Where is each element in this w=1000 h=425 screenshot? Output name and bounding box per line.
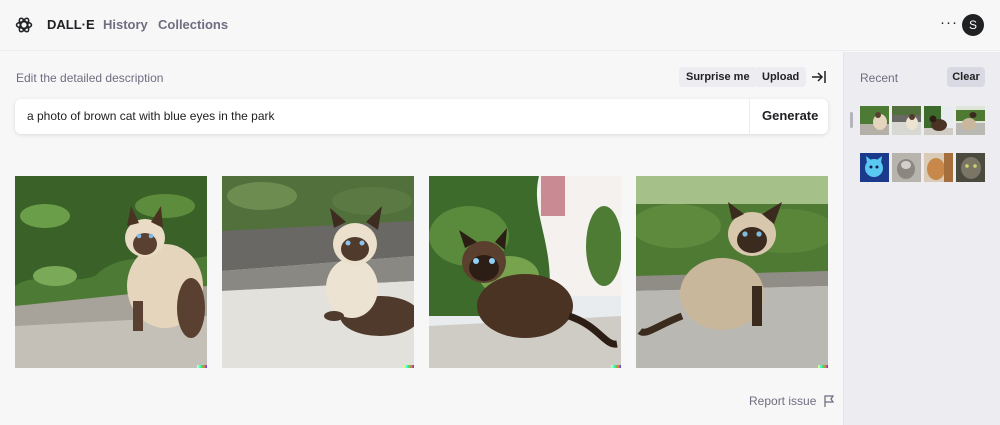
recent-thumbnail[interactable] bbox=[924, 153, 953, 182]
openai-logo-icon[interactable] bbox=[14, 15, 34, 35]
avatar[interactable]: S bbox=[962, 14, 984, 36]
recent-thumbnail[interactable] bbox=[860, 106, 889, 135]
recent-thumbnail[interactable] bbox=[956, 153, 985, 182]
recent-cat-garden-thumbnail bbox=[860, 106, 889, 135]
recent-cat-sidewalk-thumbnail bbox=[892, 106, 921, 135]
dalle-signature-mark bbox=[818, 365, 828, 368]
recent-thumbnail[interactable] bbox=[892, 106, 921, 135]
top-bar: DALL·E History Collections ··· S bbox=[0, 0, 1000, 51]
recent-title: Recent bbox=[860, 71, 899, 85]
scroll-handle[interactable] bbox=[850, 112, 853, 128]
result-image-3[interactable] bbox=[429, 176, 621, 368]
recent-tabby-cat-thumbnail bbox=[956, 153, 985, 182]
nav-collections[interactable]: Collections bbox=[158, 17, 228, 32]
recent-thumbnail[interactable] bbox=[860, 153, 889, 182]
result-image-1[interactable] bbox=[15, 176, 207, 368]
flag-icon bbox=[824, 395, 834, 407]
dalle-signature-mark bbox=[611, 365, 621, 368]
report-issue-label: Report issue bbox=[749, 394, 817, 408]
nav-history[interactable]: History bbox=[103, 17, 148, 32]
prompt-box: Generate bbox=[15, 99, 828, 134]
result-image-4[interactable] bbox=[636, 176, 828, 368]
prompt-input[interactable] bbox=[27, 109, 727, 123]
recent-thumbnail[interactable] bbox=[892, 153, 921, 182]
clear-button[interactable]: Clear bbox=[947, 67, 985, 87]
siamese-cat-on-pavement-image bbox=[636, 176, 828, 368]
divider bbox=[749, 99, 750, 134]
siamese-cat-near-hedge-image bbox=[429, 176, 621, 368]
result-image-2[interactable] bbox=[222, 176, 414, 368]
prompt-heading: Edit the detailed description bbox=[16, 71, 164, 85]
recent-grey-cat-thumbnail bbox=[892, 153, 921, 182]
main-panel: Edit the detailed description Surprise m… bbox=[0, 52, 843, 425]
recent-blue-cat-thumbnail bbox=[860, 153, 889, 182]
dalle-signature-mark bbox=[197, 365, 207, 368]
siamese-cat-in-garden-image bbox=[15, 176, 207, 368]
more-options-icon[interactable]: ··· bbox=[939, 15, 959, 35]
report-issue-link[interactable]: Report issue bbox=[749, 394, 834, 408]
recent-thumbnail[interactable] bbox=[924, 106, 953, 135]
siamese-cat-on-sidewalk-image bbox=[222, 176, 414, 368]
surprise-me-button[interactable]: Surprise me bbox=[679, 67, 757, 87]
recent-orange-cat-thumbnail bbox=[924, 153, 953, 182]
collapse-sidebar-icon[interactable] bbox=[811, 70, 827, 84]
recent-cat-pavement-thumbnail bbox=[956, 106, 985, 135]
upload-button[interactable]: Upload bbox=[755, 67, 807, 87]
brand-name[interactable]: DALL·E bbox=[47, 17, 95, 32]
recent-sidebar: Recent Clear bbox=[843, 52, 1000, 425]
generate-button[interactable]: Generate bbox=[762, 108, 818, 123]
dalle-signature-mark bbox=[404, 365, 414, 368]
recent-cat-hedge-thumbnail bbox=[924, 106, 953, 135]
recent-thumbnail[interactable] bbox=[956, 106, 985, 135]
